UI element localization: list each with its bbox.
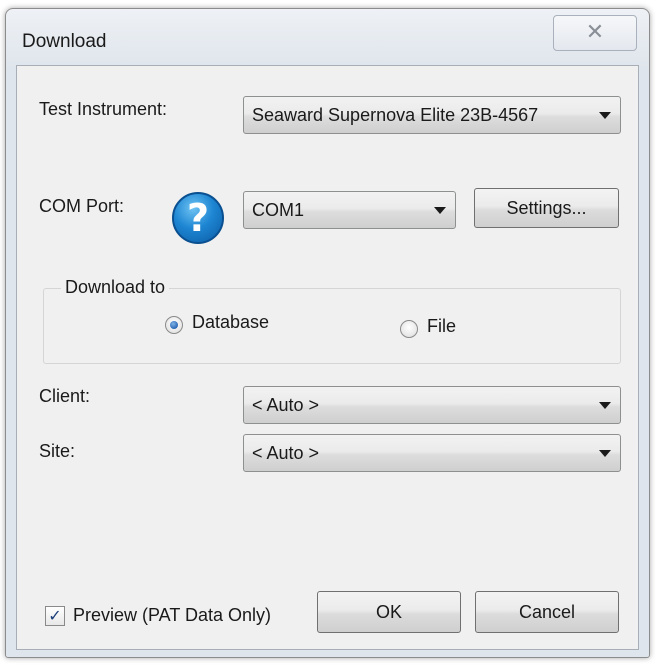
client-label: Client: — [39, 386, 91, 406]
site-select[interactable]: < Auto > — [243, 434, 621, 472]
dialog-body: Test Instrument: Seaward Supernova Elite… — [16, 65, 639, 650]
file-radio-label[interactable]: File — [427, 316, 456, 337]
chevron-down-icon — [599, 402, 611, 409]
site-label: Site: — [39, 441, 76, 461]
file-radio[interactable] — [400, 320, 418, 338]
checkmark-icon: ✓ — [48, 606, 62, 625]
chevron-down-icon — [599, 112, 611, 119]
download-to-group-label: Download to — [61, 277, 170, 298]
preview-checkbox[interactable]: ✓ — [45, 606, 65, 626]
test-instrument-label: Test Instrument: — [39, 99, 168, 119]
com-port-select[interactable]: COM1 — [243, 191, 456, 229]
settings-button[interactable]: Settings... — [474, 188, 619, 228]
download-to-group — [43, 288, 621, 364]
help-glyph: ? — [186, 196, 210, 240]
ok-button[interactable]: OK — [317, 591, 461, 633]
chevron-down-icon — [599, 450, 611, 457]
question-mark-icon: ? — [172, 192, 224, 244]
window-title: Download — [22, 31, 107, 52]
database-radio-label[interactable]: Database — [192, 312, 269, 333]
test-instrument-select[interactable]: Seaward Supernova Elite 23B-4567 — [243, 96, 621, 134]
site-value: < Auto > — [252, 442, 320, 463]
preview-checkbox-label[interactable]: Preview (PAT Data Only) — [73, 605, 271, 626]
database-radio[interactable] — [165, 316, 183, 334]
title-bar[interactable]: Download ✕ — [6, 9, 649, 65]
chevron-down-icon — [434, 207, 446, 214]
test-instrument-value: Seaward Supernova Elite 23B-4567 — [252, 104, 539, 125]
com-port-label: COM Port: — [39, 196, 125, 216]
download-dialog: Download ✕ Test Instrument: Seaward Supe… — [5, 8, 650, 658]
close-icon: ✕ — [585, 20, 605, 45]
client-value: < Auto > — [252, 394, 320, 415]
close-button[interactable]: ✕ — [553, 15, 637, 51]
cancel-button[interactable]: Cancel — [475, 591, 619, 633]
com-port-value: COM1 — [252, 199, 305, 220]
client-select[interactable]: < Auto > — [243, 386, 621, 424]
